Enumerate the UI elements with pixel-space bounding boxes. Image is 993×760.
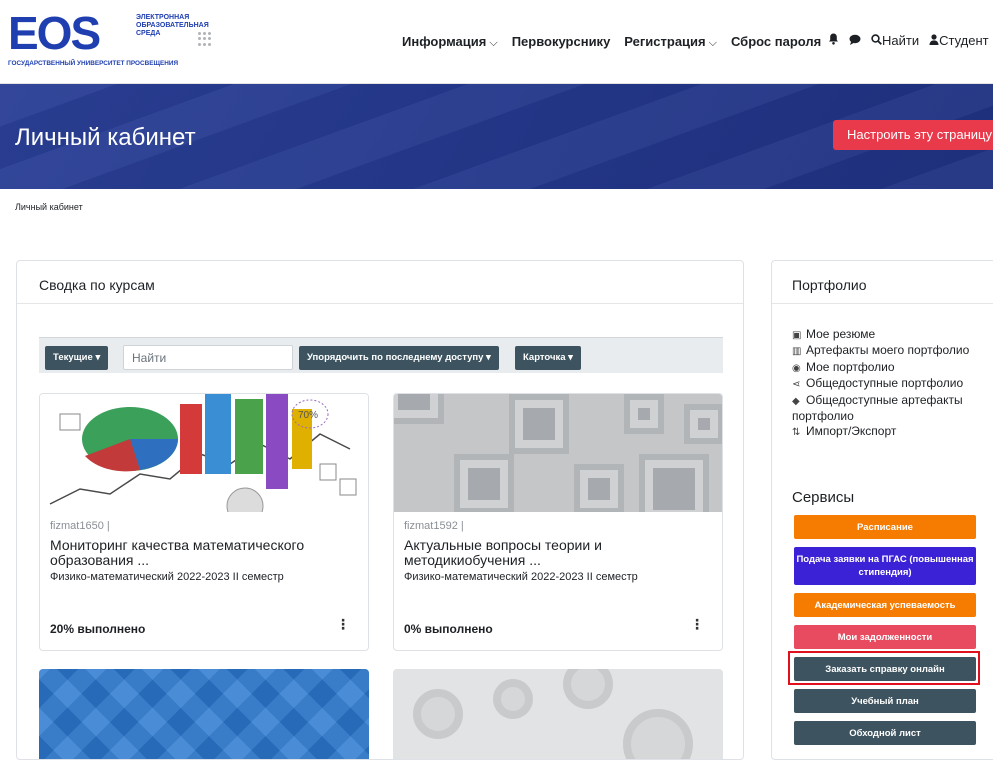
apps-grid-icon[interactable] bbox=[198, 32, 212, 46]
pattern-circle bbox=[623, 709, 693, 759]
course-overview-title: Сводка по курсам bbox=[39, 277, 155, 293]
tag-icon: ◆ bbox=[792, 395, 800, 407]
nav-item-password-reset[interactable]: Сброс пароля bbox=[731, 34, 821, 50]
view-dropdown-button[interactable]: Карточка ▾ bbox=[515, 346, 581, 370]
pattern-circle bbox=[493, 679, 533, 719]
sort-dropdown-button[interactable]: Упорядочить по последнему доступу ▾ bbox=[299, 346, 499, 370]
course-filter-bar: Текущие ▾ Упорядочить по последнему дост… bbox=[39, 337, 723, 373]
chevron-down-icon: ▾ bbox=[95, 352, 101, 363]
academic-performance-button[interactable]: Академическая успеваемость bbox=[794, 593, 976, 617]
course-shortname: fizmat1650 | bbox=[50, 520, 110, 532]
main-menu: Информация ⌵ Первокурснику Регистрация ⌵ С… bbox=[402, 34, 821, 50]
bell-icon[interactable] bbox=[828, 33, 839, 48]
course-category: Физико-математический 2022-2023 II семес… bbox=[404, 571, 638, 583]
course-illustration: 70% bbox=[40, 394, 368, 512]
sort-icon: ⇅ bbox=[792, 427, 801, 439]
course-info: fizmat1650 | Мониторинг качества математ… bbox=[50, 520, 360, 583]
course-card-image[interactable] bbox=[393, 669, 723, 759]
eye-icon: ◉ bbox=[792, 362, 801, 374]
filter-dropdown-button[interactable]: Текущие ▾ bbox=[45, 346, 109, 370]
highlight-frame bbox=[788, 651, 980, 685]
course-overview-block: Сводка по курсам Текущие ▾ Упорядочить п… bbox=[16, 260, 744, 760]
course-progress: 20% выполнено bbox=[50, 622, 146, 636]
search-icon bbox=[871, 33, 882, 48]
portfolio-link-resume[interactable]: ▣ Мое резюме bbox=[792, 327, 993, 343]
portfolio-title: Портфолио bbox=[792, 277, 867, 293]
pattern-square bbox=[574, 464, 624, 512]
page-title: Личный кабинет bbox=[15, 124, 196, 151]
resume-icon: ▣ bbox=[792, 330, 802, 341]
course-image[interactable] bbox=[394, 394, 722, 512]
pattern-square bbox=[624, 394, 664, 434]
user-icon bbox=[929, 33, 939, 48]
more-menu-icon[interactable]: ⋮ bbox=[690, 616, 704, 633]
course-card[interactable]: fizmat1592 | Актуальные вопросы теории и… bbox=[393, 393, 723, 651]
svg-text:70%: 70% bbox=[298, 410, 318, 421]
clearance-sheet-button[interactable]: Обходной лист bbox=[794, 721, 976, 745]
nav-item-registration[interactable]: Регистрация ⌵ bbox=[624, 34, 717, 50]
customize-page-button[interactable]: Настроить эту страницу bbox=[833, 120, 993, 150]
portfolio-block: Портфолио ▣ Мое резюме ▥ Артефакты моего п… bbox=[771, 260, 993, 760]
top-navbar: EOS ЭЛЕКТРОННАЯ ОБРАЗОВАТЕЛЬНАЯ СРЕДА ГО… bbox=[0, 0, 993, 84]
course-info: fizmat1592 | Актуальные вопросы теории и… bbox=[404, 520, 714, 583]
share-icon: ⋖ bbox=[792, 379, 801, 391]
breadcrumb[interactable]: Личный кабинет bbox=[15, 202, 83, 212]
more-menu-icon[interactable]: ⋮ bbox=[336, 616, 350, 633]
site-logo[interactable]: EOS ЭЛЕКТРОННАЯ ОБРАЗОВАТЕЛЬНАЯ СРЕДА ГО… bbox=[8, 7, 209, 70]
pattern-square bbox=[509, 394, 569, 454]
chevron-down-icon: ▾ bbox=[486, 352, 491, 363]
pattern-square bbox=[639, 454, 709, 512]
portfolio-link-public-artifacts[interactable]: ◆ Общедоступные артефакты портфолио bbox=[792, 393, 993, 425]
study-plan-button[interactable]: Учебный план bbox=[794, 689, 976, 713]
scholarship-application-button[interactable]: Подача заявки на ПГАС (повышенная стипен… bbox=[794, 547, 976, 585]
course-image[interactable]: 70% bbox=[40, 394, 368, 512]
logo-mark: EOS bbox=[8, 7, 101, 59]
portfolio-links: ▣ Мое резюме ▥ Артефакты моего портфолио ◉… bbox=[792, 327, 993, 441]
chevron-down-icon: ⌵ bbox=[708, 37, 717, 49]
pattern-circle bbox=[413, 689, 463, 739]
course-name-link[interactable]: Мониторинг качества математического обра… bbox=[50, 538, 360, 568]
course-card-image[interactable] bbox=[39, 669, 369, 759]
portfolio-link-artifacts[interactable]: ▥ Артефакты моего портфолио bbox=[792, 343, 993, 359]
course-search-input[interactable] bbox=[123, 345, 293, 370]
pattern-circle bbox=[563, 669, 613, 709]
nav-item-freshman[interactable]: Первокурснику bbox=[512, 34, 611, 50]
logo-subtitle: ЭЛЕКТРОННАЯ ОБРАЗОВАТЕЛЬНАЯ СРЕДА bbox=[136, 14, 209, 37]
logo-university: ГОСУДАРСТВЕННЫЙ УНИВЕРСИТЕТ ПРОСВЕЩЕНИЯ bbox=[8, 60, 179, 67]
course-name-link[interactable]: Актуальные вопросы теории и методикиобуч… bbox=[404, 538, 714, 568]
services-title: Сервисы bbox=[792, 489, 855, 506]
course-category: Физико-математический 2022-2023 II семес… bbox=[50, 571, 284, 583]
portfolio-link-public-portfolios[interactable]: ⋖ Общедоступные портфолио bbox=[792, 376, 993, 392]
user-menu[interactable]: Студент bbox=[929, 33, 989, 48]
debts-button[interactable]: Мои задолженности bbox=[794, 625, 976, 649]
pattern-square bbox=[684, 404, 722, 444]
chevron-down-icon: ▾ bbox=[568, 352, 573, 363]
divider bbox=[17, 303, 743, 304]
nav-right-tools: Найти Студент bbox=[828, 33, 989, 48]
divider bbox=[772, 303, 993, 304]
schedule-button[interactable]: Расписание bbox=[794, 515, 976, 539]
nav-item-info[interactable]: Информация ⌵ bbox=[402, 34, 498, 50]
course-card[interactable]: 70% fizmat1650 | Мониторинг качества мат… bbox=[39, 393, 369, 651]
artifacts-icon: ▥ bbox=[792, 346, 802, 358]
chat-icon[interactable] bbox=[849, 33, 861, 48]
portfolio-link-import-export[interactable]: ⇅ Импорт/Экспорт bbox=[792, 424, 993, 440]
course-progress: 0% выполнено bbox=[404, 622, 493, 636]
pattern-square bbox=[454, 454, 514, 512]
portfolio-link-my-portfolio[interactable]: ◉ Мое портфолио bbox=[792, 360, 993, 376]
pattern-square bbox=[394, 394, 444, 424]
chevron-down-icon: ⌵ bbox=[489, 37, 498, 49]
course-shortname: fizmat1592 | bbox=[404, 520, 464, 532]
search-link[interactable]: Найти bbox=[871, 33, 919, 48]
